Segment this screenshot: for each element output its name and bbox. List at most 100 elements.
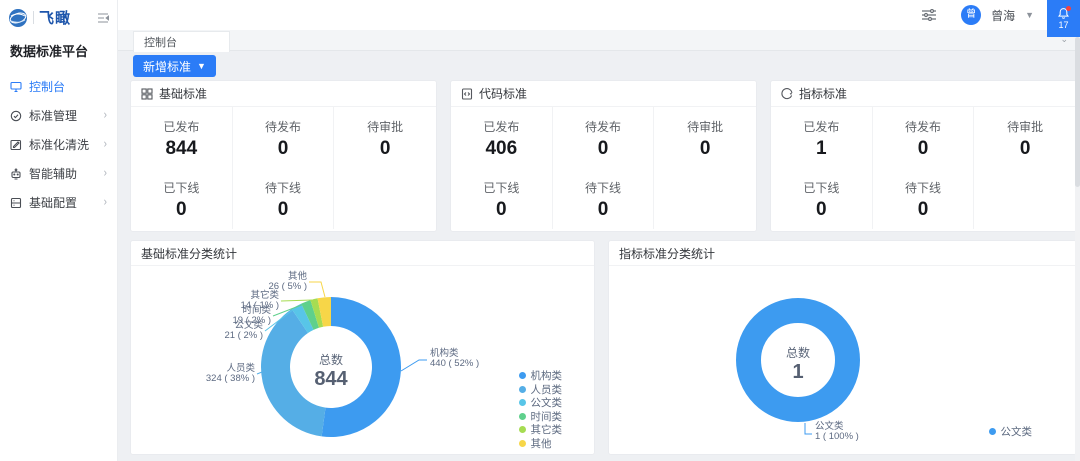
brand-logo-text: 飞瞰 bbox=[39, 7, 71, 28]
stat-card-title: 基础标准 bbox=[159, 85, 207, 102]
legend-item[interactable]: 公文类 bbox=[519, 396, 563, 410]
sidebar-item-label: 标准化清洗 bbox=[29, 136, 89, 153]
donut-slice[interactable] bbox=[749, 311, 848, 410]
sidebar-item-standard-management[interactable]: 标准管理 › bbox=[0, 101, 117, 130]
label-leader-line bbox=[805, 423, 812, 434]
label-leader-line bbox=[309, 282, 325, 297]
slice-label-value: 21 ( 2% ) bbox=[224, 330, 263, 341]
tab-console[interactable]: 控制台 bbox=[133, 31, 230, 52]
legend-dot bbox=[519, 399, 526, 406]
sidebar-item-base-config[interactable]: 基础配置 › bbox=[0, 188, 117, 217]
stat-cell: 已发布406 bbox=[451, 107, 553, 168]
logo-divider bbox=[33, 11, 34, 24]
top-header: 曾 曾海 ▼ bbox=[118, 0, 1080, 30]
stat-cell-empty bbox=[334, 168, 436, 229]
sidebar: 飞瞰 数据标准平台 控制台 标准管理 › 标准化清洗 › 智能辅助 › 基础配置 bbox=[0, 0, 118, 461]
chevron-down-icon: ▼ bbox=[197, 61, 206, 71]
stat-value: 1 bbox=[771, 138, 872, 160]
stat-value: 406 bbox=[451, 138, 552, 160]
chevron-right-icon: › bbox=[104, 109, 107, 122]
label-leader-line bbox=[401, 360, 427, 371]
slice-label-value: 324 ( 38% ) bbox=[206, 373, 255, 384]
stat-grid: 已发布1待发布0待审批0已下线0待下线0 bbox=[771, 107, 1076, 229]
stat-value: 0 bbox=[131, 199, 232, 221]
legend-item[interactable]: 其它类 bbox=[519, 423, 563, 437]
filter-sliders-icon[interactable] bbox=[921, 9, 937, 21]
chart-card-base-standard: 基础标准分类统计 机构类 440 ( 52% ) 人员类 324 ( 38% ) 公文类… bbox=[130, 240, 595, 455]
donut-slice[interactable] bbox=[322, 297, 401, 437]
slice-label-value: 440 ( 52% ) bbox=[430, 358, 479, 369]
label-leader-line bbox=[281, 300, 312, 301]
stat-card-title: 指标标准 bbox=[799, 85, 847, 102]
avatar[interactable]: 曾 bbox=[961, 5, 981, 25]
stat-cell: 待发布 0 bbox=[873, 107, 975, 168]
chevron-down-icon[interactable]: ▼ bbox=[1025, 10, 1034, 20]
add-standard-button[interactable]: 新增标准 ▼ bbox=[133, 55, 216, 77]
robot-icon bbox=[10, 168, 22, 180]
stat-card-title: 代码标准 bbox=[479, 85, 527, 102]
chevron-right-icon: › bbox=[104, 167, 107, 180]
file-code-icon bbox=[461, 88, 473, 100]
stat-value: 0 bbox=[233, 138, 334, 160]
stat-value: 0 bbox=[771, 199, 872, 221]
slice-label-value: 19 ( 2% ) bbox=[232, 315, 271, 326]
chart-title: 基础标准分类统计 bbox=[141, 245, 237, 262]
bell-icon bbox=[1057, 7, 1070, 20]
legend-dot bbox=[519, 440, 526, 447]
sidebar-item-label: 控制台 bbox=[29, 78, 65, 95]
scrollbar-thumb[interactable] bbox=[1075, 37, 1080, 187]
legend-item[interactable]: 其他 bbox=[519, 437, 563, 451]
legend-dot bbox=[519, 413, 526, 420]
stat-value: 0 bbox=[334, 138, 436, 160]
vertical-scrollbar[interactable] bbox=[1075, 37, 1080, 461]
chart-card-index-standard: 指标标准分类统计 公文类1 ( 100% )总数1 公文类 bbox=[608, 240, 1077, 455]
stat-cell: 待审批0 bbox=[334, 107, 436, 168]
gauge-icon bbox=[781, 88, 793, 100]
monitor-icon bbox=[10, 81, 22, 93]
stat-cell: 待下线0 bbox=[553, 168, 655, 229]
grid-icon bbox=[141, 88, 153, 100]
stat-cell: 待发布 0 bbox=[553, 107, 655, 168]
stat-label: 已发布 bbox=[771, 118, 872, 135]
sidebar-item-smart-assist[interactable]: 智能辅助 › bbox=[0, 159, 117, 188]
legend-label: 公文类 bbox=[1001, 424, 1033, 439]
stat-card-base-standard: 基础标准 已发布844待发布0待审批0已下线0待下线0 bbox=[130, 80, 437, 232]
legend-label: 其他 bbox=[531, 436, 552, 451]
legend-item[interactable]: 时间类 bbox=[519, 410, 563, 424]
stat-label: 待下线 bbox=[553, 179, 654, 196]
stat-value: 0 bbox=[553, 138, 654, 160]
legend-item[interactable]: 人员类 bbox=[519, 383, 563, 397]
stat-label: 已发布 bbox=[131, 118, 232, 135]
sidebar-item-standard-cleaning[interactable]: 标准化清洗 › bbox=[0, 130, 117, 159]
stat-label: 待发布 bbox=[553, 118, 654, 135]
legend-item[interactable]: 公文类 bbox=[989, 425, 1033, 439]
stat-cell-empty bbox=[654, 168, 756, 229]
legend-item[interactable]: 机构类 bbox=[519, 369, 563, 383]
notification-button[interactable]: 17 bbox=[1047, 0, 1080, 37]
stat-cell: 待发布0 bbox=[233, 107, 335, 168]
sidebar-item-console[interactable]: 控制台 bbox=[0, 72, 117, 101]
stat-label: 已下线 bbox=[131, 179, 232, 196]
badge-icon bbox=[10, 110, 22, 122]
stat-value: 0 bbox=[873, 138, 974, 160]
stat-grid: 已发布406待发布0待审批0已下线0待下线0 bbox=[451, 107, 756, 229]
stat-card-code-standard: 代码标准 已发布406待发布0待审批0已下线0待下线0 bbox=[450, 80, 757, 232]
username[interactable]: 曾海 bbox=[991, 7, 1015, 24]
stat-grid: 已发布844待发布0待审批0已下线0待下线0 bbox=[131, 107, 436, 229]
menu-fold-icon[interactable] bbox=[97, 13, 109, 23]
legend-dot bbox=[519, 386, 526, 393]
chart-legend: 机构类人员类公文类时间类其它类其他 bbox=[519, 369, 563, 450]
stat-card-header: 指标标准 bbox=[771, 81, 1076, 107]
stat-value: 0 bbox=[974, 138, 1076, 160]
stat-cell: 待审批0 bbox=[654, 107, 756, 168]
stat-label: 待发布 bbox=[873, 118, 974, 135]
stat-card-header: 代码标准 bbox=[451, 81, 756, 107]
stat-value: 0 bbox=[451, 199, 552, 221]
stat-value: 0 bbox=[654, 138, 756, 160]
stat-cell: 待下线0 bbox=[873, 168, 975, 229]
edit-box-icon bbox=[10, 139, 22, 151]
sidebar-item-label: 智能辅助 bbox=[29, 165, 77, 182]
stat-value: 0 bbox=[873, 199, 974, 221]
stat-cell: 已下线0 bbox=[771, 168, 873, 229]
stat-value: 0 bbox=[233, 199, 334, 221]
